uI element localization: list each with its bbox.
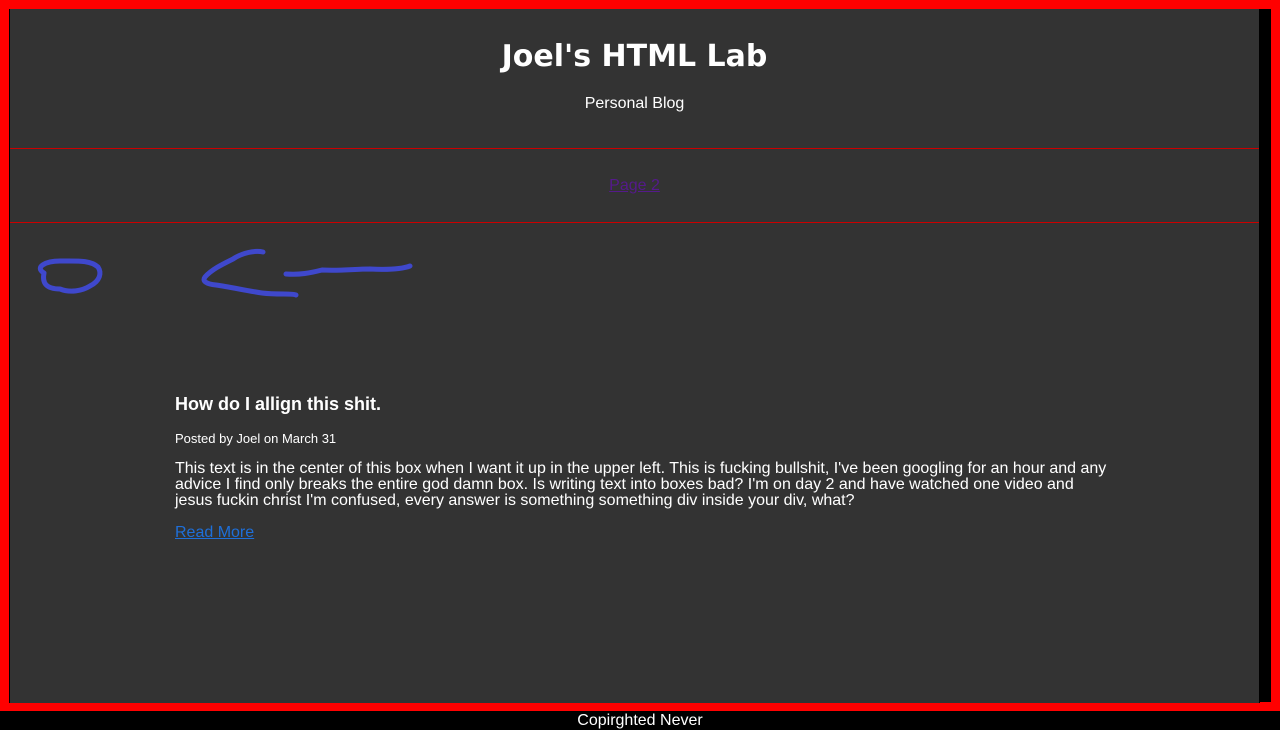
site-header: Joel's HTML Lab Personal Blog — [10, 9, 1259, 149]
navigation-bar: Page 2 — [10, 149, 1259, 223]
site-subtitle: Personal Blog — [584, 95, 685, 112]
site-footer: Copirghted Never — [577, 712, 703, 729]
scribble-annotation — [37, 248, 413, 298]
post-body: This text is in the center of this box w… — [175, 460, 1107, 509]
scribble-arrow-shaft — [283, 263, 413, 277]
page-2-link[interactable]: Page 2 — [10, 177, 1259, 195]
content-box: Joel's HTML Lab Personal Blog Page 2 How… — [9, 9, 1260, 703]
post-title: How do I allign this shit. — [175, 394, 381, 414]
blog-post: How do I allign this shit. Posted by Joe… — [175, 394, 1115, 542]
site-title: Joel's HTML Lab — [501, 39, 768, 74]
scribble-circle — [37, 258, 103, 294]
read-more-link[interactable]: Read More — [175, 524, 254, 542]
scribble-arrow-head — [201, 248, 299, 298]
post-meta: Posted by Joel on March 31 — [175, 431, 337, 446]
